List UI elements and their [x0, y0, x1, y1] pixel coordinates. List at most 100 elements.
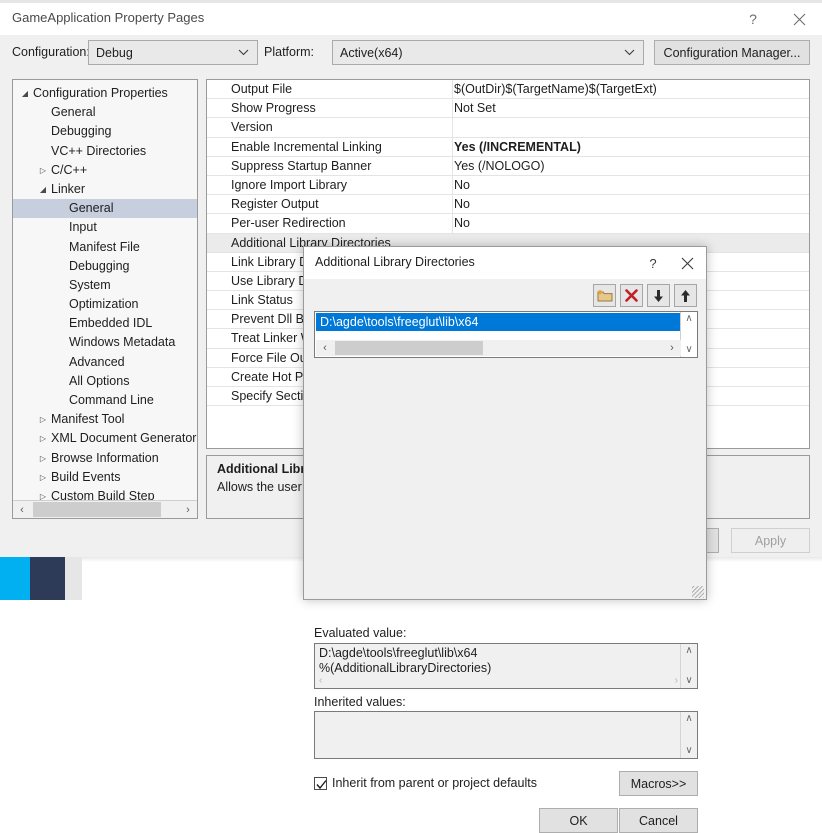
property-value[interactable]: No [454, 195, 470, 214]
scroll-up-icon[interactable]: ∧ [685, 646, 692, 656]
evaluated-vertical-scrollbar[interactable]: ∧ ∨ [680, 644, 697, 688]
sidebar-item-vc-directories[interactable]: VC++ Directories [13, 142, 198, 161]
tree-item-label: General [51, 103, 95, 122]
property-row[interactable]: Per-user RedirectionNo [207, 214, 809, 233]
scroll-left-icon[interactable]: ‹ [319, 675, 322, 686]
sidebar-item-general[interactable]: General [13, 199, 198, 218]
property-row[interactable]: Suppress Startup Banner Yes (/NOLOGO) [207, 157, 809, 176]
property-row[interactable]: Show ProgressNot Set [207, 99, 809, 118]
sidebar-item-all-options[interactable]: All Options [13, 372, 198, 391]
sidebar-item-manifest-tool[interactable]: ▷Manifest Tool [13, 410, 198, 429]
expanded-arrow-icon[interactable]: ◢ [37, 180, 49, 199]
collapsed-arrow-icon[interactable]: ▷ [37, 161, 49, 180]
collapsed-arrow-icon[interactable]: ▷ [37, 410, 49, 429]
sidebar-item-general[interactable]: General [13, 103, 198, 122]
property-row[interactable]: Output File$(OutDir)$(TargetName)$(Targe… [207, 80, 809, 99]
help-icon[interactable]: ? [730, 3, 776, 35]
evaluated-horizontal-scrollbar[interactable]: ‹ › [316, 673, 681, 687]
property-value[interactable]: No [454, 214, 470, 233]
sidebar-item-embedded-idl[interactable]: Embedded IDL [13, 314, 198, 333]
sidebar-item-build-events[interactable]: ▷Build Events [13, 468, 198, 487]
tree-item-label: Manifest File [69, 238, 140, 257]
sidebar-item-advanced[interactable]: Advanced [13, 353, 198, 372]
scroll-left-icon[interactable]: ‹ [13, 504, 31, 516]
new-folder-button[interactable] [593, 284, 616, 307]
listbox-horizontal-scrollbar[interactable]: ‹ › [316, 340, 681, 356]
additional-library-directories-dialog: Additional Library Directories ? D:\agde… [303, 246, 707, 600]
tree-horizontal-scrollbar[interactable]: ‹ › [13, 500, 197, 518]
scroll-right-icon[interactable]: › [675, 675, 678, 686]
scroll-down-icon[interactable]: ∨ [685, 746, 692, 756]
collapsed-arrow-icon[interactable]: ▷ [37, 449, 49, 468]
sidebar-item-linker[interactable]: ◢Linker [13, 180, 198, 199]
directories-listbox[interactable]: D:\agde\tools\freeglut\lib\x64 ∧ ∨ ‹ › [314, 311, 698, 358]
sidebar-item-xml-document-generator[interactable]: ▷XML Document Generator [13, 429, 198, 448]
scroll-right-icon[interactable]: › [179, 504, 197, 516]
sidebar-item-browse-information[interactable]: ▷Browse Information [13, 449, 198, 468]
close-icon[interactable] [776, 3, 822, 35]
evaluated-value-line: D:\agde\tools\freeglut\lib\x64 [319, 646, 477, 660]
sidebar-item-configuration-properties[interactable]: ◢Configuration Properties [13, 84, 198, 103]
configuration-manager-button[interactable]: Configuration Manager... [654, 40, 810, 65]
chevron-down-icon [238, 41, 249, 64]
sidebar-item-c-c[interactable]: ▷C/C++ [13, 161, 198, 180]
dialog-title: Additional Library Directories [315, 255, 475, 269]
scroll-up-icon[interactable]: ∧ [685, 714, 692, 724]
inherit-defaults-row[interactable]: Inherit from parent or project defaults [314, 776, 537, 790]
property-value[interactable]: Yes (/NOLOGO) [454, 157, 545, 176]
macros-button[interactable]: Macros>> [619, 771, 698, 796]
property-row[interactable]: Enable Incremental LinkingYes (/INCREMEN… [207, 138, 809, 157]
dialog-cancel-button[interactable]: Cancel [619, 808, 698, 833]
scroll-right-icon[interactable]: › [663, 342, 681, 354]
sidebar-item-optimization[interactable]: Optimization [13, 295, 198, 314]
configuration-bar: Configuration: Debug Platform: Active(x6… [0, 35, 822, 71]
property-value[interactable]: Not Set [454, 99, 496, 118]
listbox-scrollbar-thumb[interactable] [335, 341, 483, 355]
scroll-down-icon[interactable]: ∨ [685, 676, 692, 686]
expanded-arrow-icon[interactable]: ◢ [19, 84, 31, 103]
delete-button[interactable] [620, 284, 643, 307]
tree-item-label: Advanced [69, 353, 125, 372]
sidebar-item-system[interactable]: System [13, 276, 198, 295]
configuration-dropdown[interactable]: Debug [88, 40, 258, 65]
help-icon[interactable]: ? [636, 247, 670, 279]
tree-scrollbar-thumb[interactable] [33, 502, 161, 517]
property-row[interactable]: Version [207, 118, 809, 137]
tree-item-list: ◢Configuration PropertiesGeneralDebuggin… [13, 84, 198, 519]
inherit-defaults-checkbox[interactable] [314, 777, 327, 790]
platform-dropdown[interactable]: Active(x64) [332, 40, 644, 65]
tree-item-label: Input [69, 218, 97, 237]
sidebar-item-input[interactable]: Input [13, 218, 198, 237]
property-value[interactable]: Yes (/INCREMENTAL) [454, 138, 581, 157]
tree-item-label: Windows Metadata [69, 333, 175, 352]
tree-item-label: C/C++ [51, 161, 87, 180]
scroll-down-icon[interactable]: ∨ [685, 345, 692, 355]
scroll-left-icon[interactable]: ‹ [316, 342, 334, 354]
list-item[interactable]: D:\agde\tools\freeglut\lib\x64 [316, 313, 681, 331]
property-name: Ignore Import Library [231, 176, 347, 195]
sidebar-item-manifest-file[interactable]: Manifest File [13, 238, 198, 257]
property-row[interactable]: Ignore Import Library No [207, 176, 809, 195]
sidebar-item-windows-metadata[interactable]: Windows Metadata [13, 333, 198, 352]
collapsed-arrow-icon[interactable]: ▷ [37, 429, 49, 448]
listbox-vertical-scrollbar[interactable]: ∧ ∨ [680, 312, 697, 357]
inherited-vertical-scrollbar[interactable]: ∧ ∨ [680, 712, 697, 758]
configuration-tree[interactable]: ◢Configuration PropertiesGeneralDebuggin… [12, 79, 198, 519]
sidebar-item-command-line[interactable]: Command Line [13, 391, 198, 410]
property-value[interactable]: $(OutDir)$(TargetName)$(TargetExt) [454, 80, 657, 99]
apply-button[interactable]: Apply [731, 528, 810, 553]
property-name: Suppress Startup Banner [231, 157, 371, 176]
move-up-button[interactable] [674, 284, 697, 307]
scroll-up-icon[interactable]: ∧ [685, 314, 692, 324]
property-row[interactable]: Register OutputNo [207, 195, 809, 214]
move-down-button[interactable] [647, 284, 670, 307]
tree-item-label: Command Line [69, 391, 154, 410]
platform-dropdown-value: Active(x64) [340, 46, 403, 60]
sidebar-item-debugging[interactable]: Debugging [13, 257, 198, 276]
sidebar-item-debugging[interactable]: Debugging [13, 122, 198, 141]
close-icon[interactable] [670, 247, 704, 279]
collapsed-arrow-icon[interactable]: ▷ [37, 468, 49, 487]
resize-grip[interactable] [692, 586, 704, 598]
dialog-ok-button[interactable]: OK [539, 808, 618, 833]
property-value[interactable]: No [454, 176, 470, 195]
